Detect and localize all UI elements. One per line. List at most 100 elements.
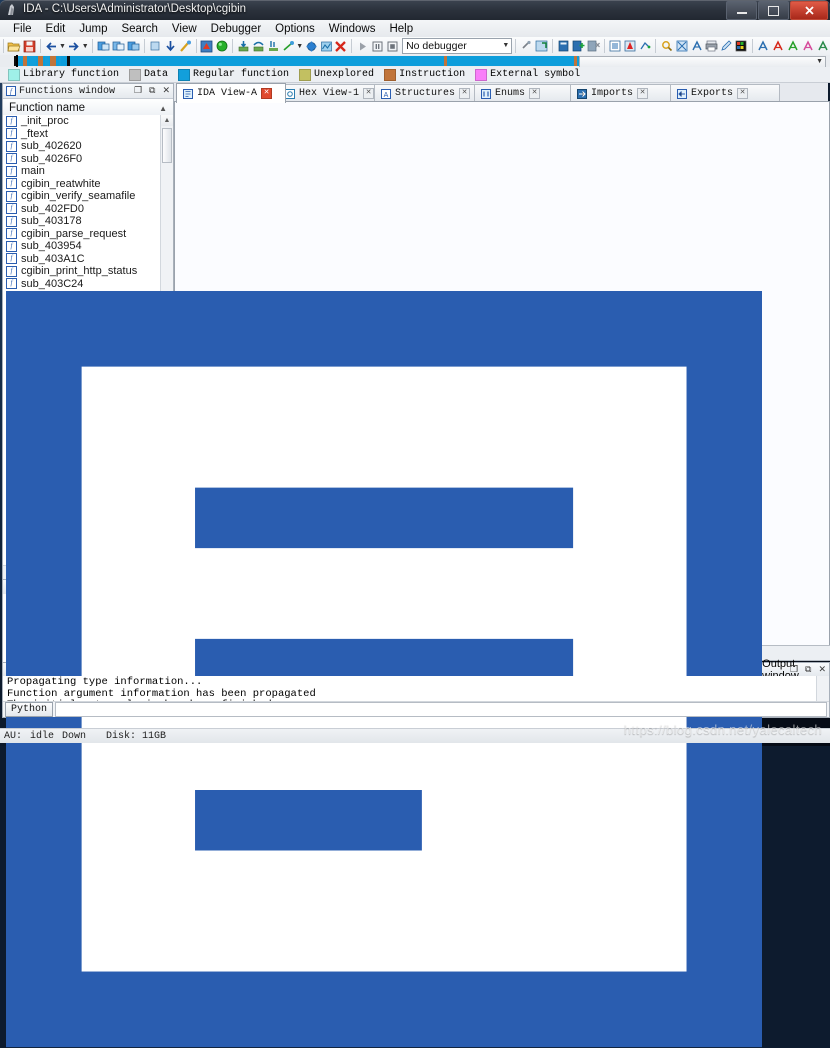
debugger-select[interactable]: No debugger ▼	[402, 38, 513, 54]
function-list-item[interactable]: f sub_4026F0	[3, 153, 161, 166]
edit-func-button[interactable]	[719, 38, 734, 54]
analysis-button[interactable]	[178, 38, 193, 54]
menu-edit[interactable]: Edit	[39, 22, 73, 36]
output-vscrollbar[interactable]	[816, 676, 829, 702]
debug-play-button[interactable]	[355, 38, 370, 54]
function-list-item[interactable]: f cgibin_reatwhite	[3, 178, 161, 191]
function-list-item[interactable]: f sub_403178	[3, 215, 161, 228]
sig-button[interactable]	[771, 38, 786, 54]
watch-icon	[320, 41, 332, 51]
proximity-button[interactable]	[637, 38, 652, 54]
command-input[interactable]	[55, 702, 827, 717]
list-view-button[interactable]	[608, 38, 623, 54]
function-list-item[interactable]: f cgibin_parse_request	[3, 228, 161, 241]
close-icon[interactable]: ✕	[162, 85, 170, 96]
function-list-item[interactable]: f cgibin_verify_seamafile	[3, 190, 161, 203]
menu-jump[interactable]: Jump	[72, 22, 114, 36]
tab-close-icon[interactable]: ✕	[529, 88, 541, 99]
del-struct-button[interactable]	[586, 38, 601, 54]
function-list-item[interactable]: f sub_403954	[3, 240, 161, 253]
jump-addr-button[interactable]	[674, 38, 689, 54]
open-file-button[interactable]	[7, 38, 22, 54]
xrefs-button[interactable]	[689, 38, 704, 54]
tab-close-icon[interactable]: ✕	[459, 88, 471, 99]
tab-close-icon[interactable]: ✕	[363, 88, 375, 99]
minimize-button[interactable]	[726, 1, 757, 20]
add-struct-button[interactable]	[571, 38, 586, 54]
forward-history-dropdown[interactable]: ▼	[81, 38, 89, 54]
debug-pause-button[interactable]	[370, 38, 385, 54]
menu-windows[interactable]: Windows	[322, 22, 383, 36]
close-button[interactable]	[790, 1, 828, 20]
print-button[interactable]	[704, 38, 719, 54]
undefine-button[interactable]	[148, 38, 163, 54]
back-button[interactable]	[44, 38, 59, 54]
list-icon	[609, 40, 621, 52]
menu-debugger[interactable]: Debugger	[204, 22, 269, 36]
tab-ida-view-a[interactable]: IDA View-A ✕	[176, 83, 286, 103]
restore-icon[interactable]: ❐	[790, 664, 798, 675]
colors-button[interactable]	[734, 38, 749, 54]
options-button[interactable]	[534, 38, 549, 54]
float-icon[interactable]: ⧉	[805, 664, 811, 675]
search-button[interactable]	[659, 38, 674, 54]
attach-process-button[interactable]	[519, 38, 534, 54]
step-into-button[interactable]	[236, 38, 251, 54]
tab-close-icon[interactable]: ✕	[737, 88, 749, 99]
output-log[interactable]: Propagating type information... Function…	[3, 676, 817, 711]
tab-label: Enums	[495, 88, 526, 99]
menu-options[interactable]: Options	[268, 22, 322, 36]
menu-help[interactable]: Help	[382, 22, 420, 36]
run-button[interactable]	[266, 38, 281, 54]
tab-hex-view-1[interactable]: Hex View-1 ✕	[278, 84, 384, 102]
float-icon[interactable]: ⧉	[149, 85, 155, 96]
trace-dropdown[interactable]: ▼	[296, 38, 304, 54]
watch-button[interactable]	[319, 38, 334, 54]
forward-button[interactable]	[66, 38, 81, 54]
function-list-item[interactable]: f sub_403C24	[3, 278, 161, 291]
restore-icon[interactable]: ❐	[134, 85, 142, 96]
names-button[interactable]	[815, 38, 830, 54]
tab-close-icon[interactable]: ✕	[261, 88, 273, 99]
stop-button[interactable]	[334, 38, 349, 54]
segments-button[interactable]	[800, 38, 815, 54]
function-list-item[interactable]: f sub_402FD0	[3, 203, 161, 216]
data-button[interactable]	[111, 38, 126, 54]
scroll-thumb[interactable]	[162, 128, 172, 163]
breakpoint-button[interactable]	[304, 38, 319, 54]
function-list-item[interactable]: f _init_proc	[3, 115, 161, 128]
function-list-item[interactable]: f main	[3, 165, 161, 178]
local-types-button[interactable]	[556, 38, 571, 54]
debug-stop-button[interactable]	[385, 38, 400, 54]
menu-file[interactable]: File	[6, 22, 39, 36]
step-over-button[interactable]	[251, 38, 266, 54]
navigation-band[interactable]: ▼	[0, 55, 830, 69]
run-to-button[interactable]	[214, 38, 229, 54]
function-list-item[interactable]: f sub_403A1C	[3, 253, 161, 266]
tab-exports[interactable]: Exports ✕	[670, 84, 780, 102]
python-mode-button[interactable]: Python	[5, 702, 54, 717]
jump-down-button[interactable]	[163, 38, 178, 54]
function-list-item[interactable]: f cgibin_print_http_status	[3, 265, 161, 278]
tab-close-icon[interactable]: ✕	[637, 88, 649, 99]
tab-enums[interactable]: Enums ✕	[474, 84, 580, 102]
save-file-button[interactable]	[22, 38, 37, 54]
stop-square-icon	[387, 41, 398, 51]
scroll-up-icon[interactable]: ▲	[161, 115, 173, 126]
function-list-item[interactable]: f sub_402620	[3, 140, 161, 153]
tab-structures[interactable]: A Structures ✕	[374, 84, 484, 102]
menu-search[interactable]: Search	[114, 22, 164, 36]
trace-button[interactable]	[281, 38, 296, 54]
graph-view-button[interactable]	[623, 38, 638, 54]
struct-button[interactable]	[126, 38, 141, 54]
types-button[interactable]	[785, 38, 800, 54]
function-list-item[interactable]: f _ftext	[3, 128, 161, 141]
back-history-dropdown[interactable]: ▼	[59, 38, 67, 54]
tab-imports[interactable]: Imports ✕	[570, 84, 680, 102]
close-icon[interactable]: ✕	[818, 664, 826, 675]
maximize-button[interactable]	[758, 1, 789, 20]
graph-button[interactable]	[199, 38, 214, 54]
menu-view[interactable]: View	[165, 22, 204, 36]
flirt-button[interactable]	[756, 38, 771, 54]
code-button[interactable]	[96, 38, 111, 54]
